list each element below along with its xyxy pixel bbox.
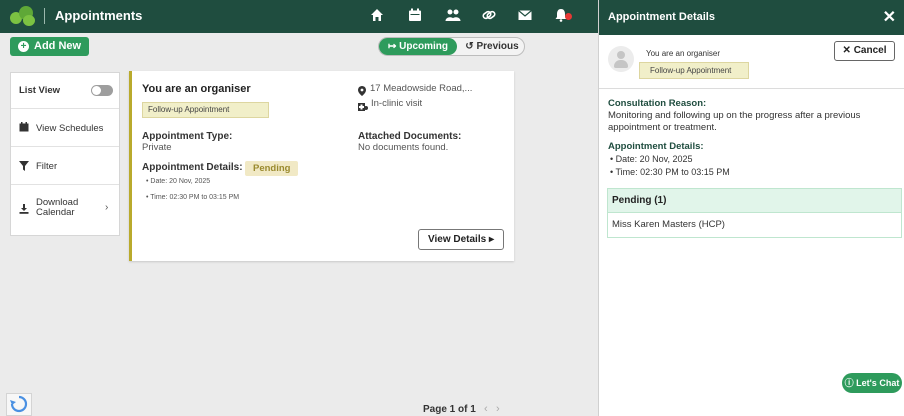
prev-page-button[interactable]: ‹ [484, 403, 488, 415]
download-icon [19, 204, 29, 217]
upcoming-icon: ↦ [387, 41, 400, 52]
appointment-details-label: Appointment Details: [142, 162, 243, 173]
list-view-label: List View [19, 85, 61, 96]
calendar-icon[interactable] [406, 8, 424, 24]
time-text: Time: 02:30 PM to 03:15 PM [615, 167, 730, 177]
avatar [608, 46, 634, 72]
consultation-reason-text: Monitoring and following up on the progr… [608, 110, 861, 133]
appointment-tag: Follow-up Appointment [142, 102, 269, 118]
time-bullet: • Time: 02:30 PM to 03:15 PM [146, 194, 240, 201]
notification-dot [565, 13, 572, 20]
organiser-text: You are an organiser [646, 49, 720, 58]
top-navbar: Appointments [0, 0, 598, 33]
list-view-row[interactable]: List View [11, 73, 119, 109]
time-bullet: • Time: 02:30 PM to 03:15 PM [610, 167, 730, 177]
appointment-type-label: Appointment Type: [142, 131, 233, 142]
location-text: 17 Meadowside Road,... [370, 83, 473, 94]
panel-header: Appointment Details ✕ [599, 0, 904, 35]
panel-title: Appointment Details [608, 11, 715, 23]
previous-tab[interactable]: ↺ Previous [459, 38, 525, 55]
help-icon: ⓘ [844, 378, 857, 388]
appointment-card[interactable]: You are an organiser Follow-up Appointme… [129, 71, 514, 261]
download-calendar-label: Download Calendar [36, 197, 79, 218]
app-logo [10, 6, 36, 26]
previous-label: Previous [476, 41, 519, 52]
divider [599, 88, 904, 89]
view-details-label: View Details [428, 234, 487, 245]
view-schedules-item[interactable]: View Schedules [11, 109, 119, 147]
play-icon: ▸ [488, 234, 494, 245]
cancel-button[interactable]: ✕ Cancel [834, 41, 895, 61]
date-bullet: • Date: 20 Nov, 2025 [610, 154, 693, 164]
link-icon[interactable] [480, 8, 498, 24]
add-new-button[interactable]: + Add New [10, 37, 90, 56]
attached-documents-value: No documents found. [358, 142, 449, 153]
download-calendar-item[interactable]: Download Calendar › [11, 185, 119, 235]
visit-type-text: In-clinic visit [371, 98, 423, 109]
lets-chat-label: Let's Chat [856, 378, 900, 388]
view-schedules-label: View Schedules [36, 123, 104, 134]
toolbar: + Add New ↦ Upcoming ↺ Previous [0, 33, 598, 60]
upcoming-previous-toggle: ↦ Upcoming ↺ Previous [378, 37, 525, 56]
date-text: Date: 20 Nov, 2025 [615, 154, 693, 164]
close-icon: ✕ [842, 45, 854, 56]
filter-item[interactable]: Filter [11, 147, 119, 185]
view-options-panel: List View View Schedules Filter Download… [10, 72, 120, 236]
upcoming-tab[interactable]: ↦ Upcoming [379, 38, 457, 55]
history-icon: ↺ [465, 41, 477, 52]
appointment-type-value: Private [142, 142, 172, 153]
add-new-label: Add New [34, 40, 82, 52]
status-badge: Pending [245, 161, 299, 176]
date-bullet: • Date: 20 Nov, 2025 [146, 178, 211, 185]
bell-icon[interactable] [552, 8, 572, 24]
home-icon[interactable] [368, 8, 386, 24]
chevron-right-icon: › [105, 202, 109, 213]
plus-icon: + [18, 41, 29, 52]
filter-icon [19, 161, 29, 174]
next-page-button[interactable]: › [496, 403, 500, 415]
appointment-details-panel: Appointment Details ✕ You are an organis… [599, 0, 904, 416]
time-text: Time: 02:30 PM to 03:15 PM [150, 194, 240, 201]
date-text: Date: 20 Nov, 2025 [150, 178, 211, 185]
cancel-label: Cancel [853, 45, 887, 56]
recaptcha-badge[interactable] [6, 393, 32, 416]
mail-icon[interactable] [516, 8, 534, 24]
close-icon[interactable]: ✕ [883, 7, 896, 27]
view-details-button[interactable]: View Details ▸ [418, 229, 504, 250]
appointment-tag: Follow-up Appointment [639, 62, 749, 79]
appointment-details-label: Appointment Details: [608, 141, 704, 152]
clinic-icon [358, 98, 368, 116]
calendar-icon [19, 122, 29, 135]
attached-documents-label: Attached Documents: [358, 131, 462, 142]
upcoming-label: Upcoming [399, 41, 449, 52]
pending-header[interactable]: Pending (1) [608, 189, 901, 213]
lets-chat-button[interactable]: ⓘ Let's Chat [842, 373, 902, 393]
people-icon[interactable] [444, 8, 462, 24]
card-title: You are an organiser [142, 83, 251, 95]
pending-participants: Pending (1) Miss Karen Masters (HCP) [607, 188, 902, 238]
page-indicator: Page 1 of 1 [423, 404, 476, 415]
consultation-reason-label: Consultation Reason: [608, 98, 707, 109]
list-view-toggle[interactable] [91, 85, 113, 96]
participant-row: Miss Karen Masters (HCP) [612, 219, 725, 230]
filter-label: Filter [36, 161, 58, 172]
app-title: Appointments [44, 8, 142, 24]
